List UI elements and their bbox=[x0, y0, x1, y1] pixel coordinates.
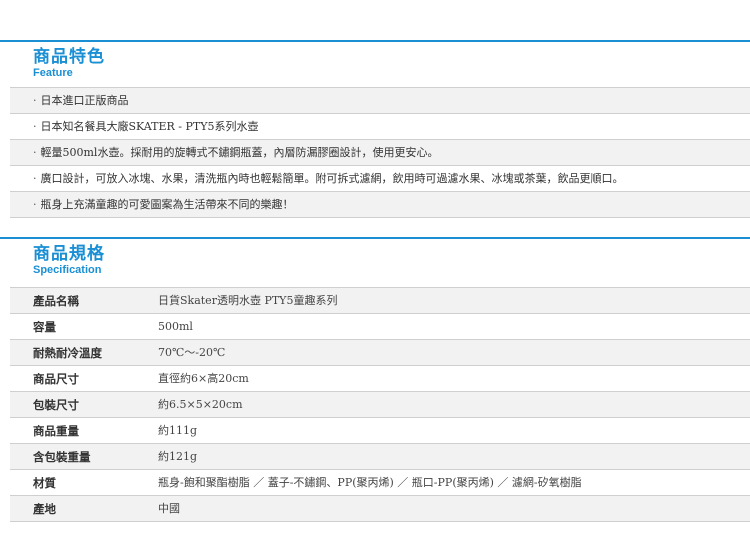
divider bbox=[10, 217, 750, 218]
spec-row-bg bbox=[10, 392, 750, 417]
feature-heading: 商品特色 bbox=[33, 47, 105, 67]
spec-row-bg bbox=[10, 496, 750, 521]
spec-value: 約121g bbox=[158, 450, 198, 463]
spec-label: 產地 bbox=[33, 502, 56, 516]
divider bbox=[10, 417, 750, 418]
divider bbox=[10, 165, 750, 166]
divider bbox=[10, 469, 750, 470]
divider bbox=[10, 521, 750, 522]
feature-item: · 日本知名餐具大廠SKATER - PTY5系列水壺 bbox=[33, 120, 259, 133]
spec-value: 約111g bbox=[158, 424, 198, 437]
spec-label: 商品尺寸 bbox=[33, 372, 79, 386]
spec-label: 容量 bbox=[33, 320, 56, 334]
feature-item: · 日本進口正版商品 bbox=[33, 94, 129, 107]
spec-row-bg bbox=[10, 288, 750, 313]
spec-value: 直徑約6×高20cm bbox=[158, 372, 249, 385]
spec-value: 日貨Skater透明水壺 PTY5童趣系列 bbox=[158, 294, 338, 307]
spec-value: 約6.5×5×20cm bbox=[158, 398, 243, 411]
spec-label: 產品名稱 bbox=[33, 294, 79, 308]
bullet-icon: · bbox=[33, 120, 37, 133]
feature-item: · 瓶身上充滿童趣的可愛圖案為生活帶來不同的樂趣！ bbox=[33, 198, 294, 211]
spec-label: 商品重量 bbox=[33, 424, 79, 438]
spec-value: 500ml bbox=[158, 320, 193, 333]
spec-row-bg bbox=[10, 444, 750, 469]
feature-top-rule bbox=[0, 40, 750, 42]
divider bbox=[10, 313, 750, 314]
spec-value: 瓶身-飽和聚酯樹脂 ／ 蓋子-不鏽鋼、PP(聚丙烯) ／ 瓶口-PP(聚丙烯) … bbox=[158, 476, 582, 489]
divider bbox=[10, 365, 750, 366]
feature-item: · 廣口設計，可放入冰塊、水果，清洗瓶內時也輕鬆簡單。附可拆式濾網，飲用時可過濾水… bbox=[33, 172, 624, 185]
spec-heading: 商品規格 bbox=[33, 244, 105, 264]
spec-label: 含包裝重量 bbox=[33, 450, 91, 464]
bullet-icon: · bbox=[33, 172, 37, 185]
bullet-icon: · bbox=[33, 146, 37, 159]
spec-value: 中國 bbox=[158, 502, 180, 515]
divider bbox=[10, 113, 750, 114]
feature-subheading: Feature bbox=[33, 67, 73, 79]
bullet-icon: · bbox=[33, 94, 37, 107]
feature-item: · 輕量500ml水壺。採耐用的旋轉式不鏽鋼瓶蓋，內層防漏膠圈設計，使用更安心。 bbox=[33, 146, 439, 159]
spec-row-bg bbox=[10, 340, 750, 365]
bullet-icon: · bbox=[33, 198, 37, 211]
spec-label: 包裝尺寸 bbox=[33, 398, 79, 412]
spec-label: 材質 bbox=[33, 476, 56, 490]
spec-label: 耐熱耐冷溫度 bbox=[33, 346, 102, 360]
spec-value: 70℃～-20℃ bbox=[158, 346, 226, 359]
spec-top-rule bbox=[0, 237, 750, 239]
spec-subheading: Specification bbox=[33, 264, 102, 276]
